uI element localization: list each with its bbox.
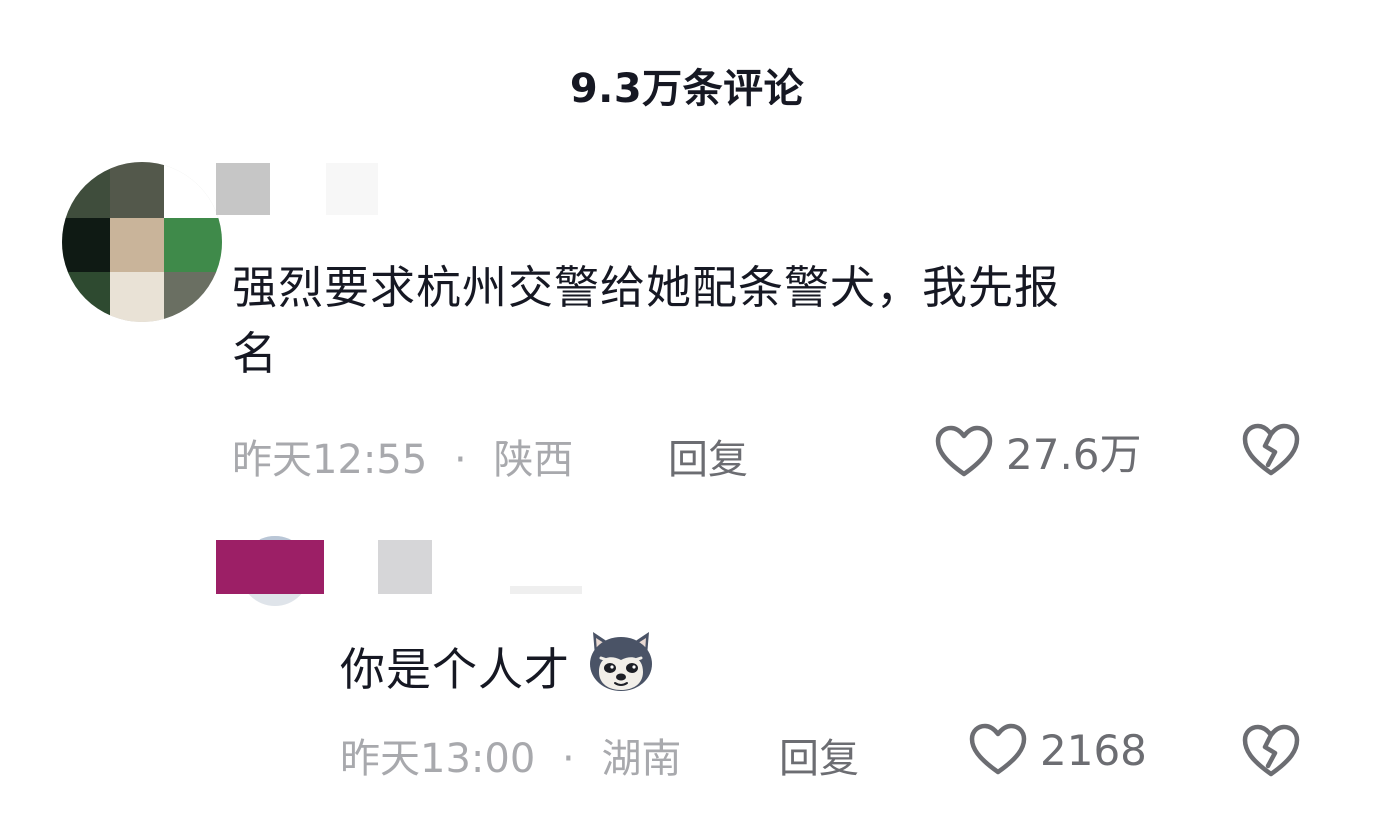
- comment-meta: 昨天12:55 · 陕西: [232, 427, 573, 485]
- meta-separator: ·: [562, 736, 575, 782]
- heart-outline-icon: [968, 722, 1028, 778]
- reply-button[interactable]: 回复: [668, 427, 748, 485]
- reply-button[interactable]: 回复: [779, 726, 859, 784]
- username-masked[interactable]: [216, 163, 270, 215]
- username-masked-part: [510, 586, 582, 594]
- broken-heart-icon: [1240, 722, 1302, 780]
- comment-text: 你是个人才: [340, 628, 657, 712]
- heart-outline-icon: [934, 424, 994, 480]
- meta-separator: ·: [454, 437, 467, 483]
- comment-location: 湖南: [601, 736, 682, 782]
- comment-text: 强烈要求杭州交警给她配条警犬，我先报 名: [232, 255, 1292, 387]
- like-button[interactable]: 2168: [968, 722, 1147, 778]
- dislike-button[interactable]: [1240, 421, 1302, 483]
- username-masked-part: [326, 163, 378, 215]
- comment-time: 昨天13:00: [340, 736, 536, 782]
- comment-location: 陕西: [493, 437, 574, 483]
- comment-text-line: 名: [232, 327, 279, 380]
- dog-emoji-icon: [585, 628, 657, 712]
- broken-heart-icon: [1240, 421, 1302, 479]
- username-masked-part: [378, 540, 432, 594]
- like-count: 27.6万: [1006, 430, 1142, 479]
- username-masked[interactable]: [216, 540, 324, 594]
- comment-text-line: 你是个人才: [340, 643, 571, 696]
- comment-text-line: 强烈要求杭州交警给她配条警犬，我先报: [232, 261, 1061, 314]
- like-button[interactable]: 27.6万: [934, 421, 1142, 482]
- dislike-button[interactable]: [1240, 722, 1302, 784]
- comment-time: 昨天12:55: [232, 437, 428, 483]
- avatar[interactable]: [62, 162, 222, 322]
- like-count: 2168: [1040, 725, 1147, 775]
- comment-meta: 昨天13:00 · 湖南: [340, 726, 681, 784]
- comments-count-title: 9.3万条评论: [569, 66, 805, 112]
